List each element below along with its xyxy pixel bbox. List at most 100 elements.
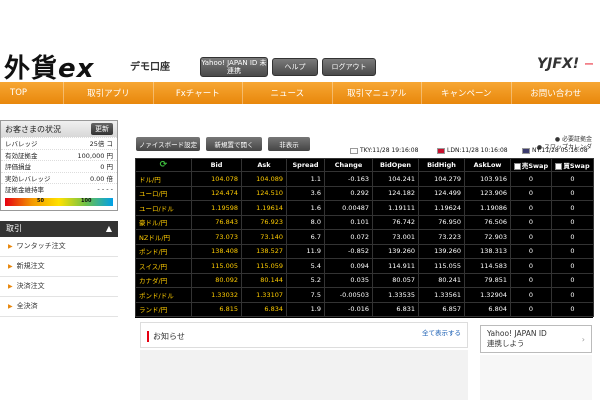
trade-item-close-order[interactable]: ▶ 決済注文 <box>0 277 118 297</box>
ask-price[interactable]: 76.923 <box>241 214 287 230</box>
currency-pair[interactable]: スイス/円 <box>135 258 192 274</box>
nav-item-manual[interactable]: 取引マニュアル <box>333 82 423 104</box>
side-content-area <box>480 355 592 400</box>
logout-button[interactable]: ログアウト <box>322 58 376 76</box>
currency-pair[interactable]: ポンド/ドル <box>135 287 192 303</box>
column-header[interactable]: 買Swap <box>551 158 594 172</box>
table-row[interactable]: NZドル/円 73.073 73.140 6.7 0.072 73.001 73.223 72… <box>135 229 594 245</box>
bid-price[interactable]: 104.078 <box>191 171 242 187</box>
yahoo-link-button[interactable]: Yahoo! JAPAN ID 未連携 <box>200 57 268 77</box>
bid-price[interactable]: 138.408 <box>191 243 242 259</box>
bid-high-value: 104.279 <box>418 171 465 187</box>
sell-swap-value: 0 <box>510 243 552 259</box>
bid-high-value: 1.33561 <box>418 287 465 303</box>
ask-price[interactable]: 80.144 <box>241 272 287 288</box>
ask-price[interactable]: 73.140 <box>241 229 287 245</box>
table-row[interactable]: ランド/円 6.815 6.834 1.9 -0.016 6.831 6.857 6.804 0… <box>135 301 594 317</box>
bid-price[interactable]: 115.005 <box>191 258 242 274</box>
bid-price[interactable]: 73.073 <box>191 229 242 245</box>
board-settings-button[interactable]: ノァイスボード設定 <box>136 137 200 151</box>
sell-swap-value: 0 <box>510 171 552 187</box>
spread-value: 1.6 <box>286 200 325 216</box>
bid-price[interactable]: 1.19598 <box>191 200 242 216</box>
spread-value: 7.5 <box>286 287 325 303</box>
nav-item-contact[interactable]: お問い合わせ <box>512 82 600 104</box>
column-header[interactable]: Change <box>324 158 373 172</box>
trade-item-one-touch[interactable]: ▶ ワンタッチ注文 <box>0 237 118 257</box>
account-unit: コ <box>106 140 114 149</box>
column-header[interactable]: Bid <box>191 158 242 172</box>
refresh-button[interactable]: 更新 <box>91 123 113 135</box>
help-button[interactable]: ヘルプ <box>272 58 318 76</box>
yahoo-id-banner[interactable]: Yahoo! JAPAN ID 連携しよう › <box>480 325 592 353</box>
spread-value: 3.6 <box>286 185 325 201</box>
ask-low-value: 114.583 <box>464 258 511 274</box>
bid-price[interactable]: 6.815 <box>191 301 242 317</box>
ask-low-value: 123.906 <box>464 185 511 201</box>
trade-menu-header[interactable]: 取引 ▲ <box>0 220 118 237</box>
uk-flag-icon <box>437 147 445 154</box>
nav-item-top[interactable]: TOP <box>0 82 65 104</box>
account-status-header: お客さまの状況 更新 <box>1 121 117 137</box>
currency-pair[interactable]: NZドル/円 <box>135 229 192 245</box>
currency-pair[interactable]: 豪ドル/円 <box>135 214 192 230</box>
ask-price[interactable]: 1.19614 <box>241 200 287 216</box>
bid-price[interactable]: 124.474 <box>191 185 242 201</box>
table-row[interactable]: ドル/円 104.078 104.089 1.1 -0.163 104.241 104.27… <box>135 171 594 187</box>
hide-button[interactable]: 非表示 <box>268 137 310 151</box>
currency-pair[interactable]: ドル/円 <box>135 171 192 187</box>
brand-logo[interactable]: YJFX! ー <box>537 56 594 72</box>
currency-pair[interactable]: ランド/円 <box>135 301 192 317</box>
notice-show-all-link[interactable]: 全て表示する <box>422 327 461 337</box>
table-row[interactable]: ポンド/円 138.408 138.527 11.9 -0.852 139.260 139.… <box>135 243 594 259</box>
ask-price[interactable]: 124.510 <box>241 185 287 201</box>
nav-item-campaign[interactable]: キャンペーン <box>422 82 512 104</box>
ask-price[interactable]: 1.33107 <box>241 287 287 303</box>
gauge-low-label: 50 <box>37 197 44 204</box>
bid-price[interactable]: 80.092 <box>191 272 242 288</box>
nav-item-news[interactable]: ニュース <box>243 82 333 104</box>
ask-price[interactable]: 6.834 <box>241 301 287 317</box>
column-header[interactable]: BidHigh <box>418 158 465 172</box>
column-header[interactable]: 売Swap <box>510 158 552 172</box>
refresh-quotes-icon[interactable]: ⟳ <box>135 158 192 172</box>
currency-pair[interactable]: ユーロ/ドル <box>135 200 192 216</box>
table-row[interactable]: ユーロ/ドル 1.19598 1.19614 1.6 0.00487 1.19111 1.1… <box>135 200 594 216</box>
ask-price[interactable]: 104.089 <box>241 171 287 187</box>
currency-pair[interactable]: ユーロ/円 <box>135 185 192 201</box>
trade-item-new-order[interactable]: ▶ 新規注文 <box>0 257 118 277</box>
required-margin-link[interactable]: ● 必要証拠金 <box>537 136 592 144</box>
spread-value: 5.4 <box>286 258 325 274</box>
ask-price[interactable]: 115.059 <box>241 258 287 274</box>
column-header[interactable]: Ask <box>241 158 287 172</box>
table-row[interactable]: ユーロ/円 124.474 124.510 3.6 0.292 124.182 124.49… <box>135 185 594 201</box>
sell-swap-value: 0 <box>510 214 552 230</box>
column-header[interactable]: AskLow <box>464 158 511 172</box>
table-row[interactable]: 豪ドル/円 76.843 76.923 8.0 0.101 76.742 76.950 76.… <box>135 214 594 230</box>
nav-item-apps[interactable]: 取引アプリ <box>64 82 154 104</box>
column-header[interactable]: Spread <box>286 158 325 172</box>
logo[interactable]: 外貨ex <box>4 48 94 85</box>
table-row[interactable]: ポンド/ドル 1.33032 1.33107 7.5 -0.00503 1.33535 1.… <box>135 287 594 303</box>
table-row[interactable]: スイス/円 115.005 115.059 5.4 0.094 114.911 115.05… <box>135 258 594 274</box>
bid-high-value: 6.857 <box>418 301 465 317</box>
japan-flag-icon <box>350 147 358 154</box>
bid-price[interactable]: 76.843 <box>191 214 242 230</box>
logo-ex: ex <box>58 54 95 84</box>
collapse-icon[interactable]: ▲ <box>106 224 112 233</box>
column-header[interactable]: BidOpen <box>372 158 419 172</box>
nav-item-chart[interactable]: Fxチャート <box>154 82 244 104</box>
open-new-window-button[interactable]: 新規置で開く <box>206 137 262 151</box>
sell-swap-value: 0 <box>510 185 552 201</box>
sidebar: お客さまの状況 更新 レバレッジ 25倍 コ 有効証拠金 100,000 円 評… <box>0 120 120 400</box>
trade-item-close-all[interactable]: ▶ 全決済 <box>0 297 118 317</box>
account-value: 100,000 <box>77 151 105 160</box>
swap-icon <box>513 162 521 170</box>
currency-pair[interactable]: カナダ/円 <box>135 272 192 288</box>
currency-pair[interactable]: ポンド/円 <box>135 243 192 259</box>
bid-price[interactable]: 1.33032 <box>191 287 242 303</box>
bid-open-value: 80.057 <box>372 272 419 288</box>
brand-sub: ー <box>584 60 594 71</box>
table-row[interactable]: カナダ/円 80.092 80.144 5.2 0.035 80.057 80.241 79.… <box>135 272 594 288</box>
ask-price[interactable]: 138.527 <box>241 243 287 259</box>
